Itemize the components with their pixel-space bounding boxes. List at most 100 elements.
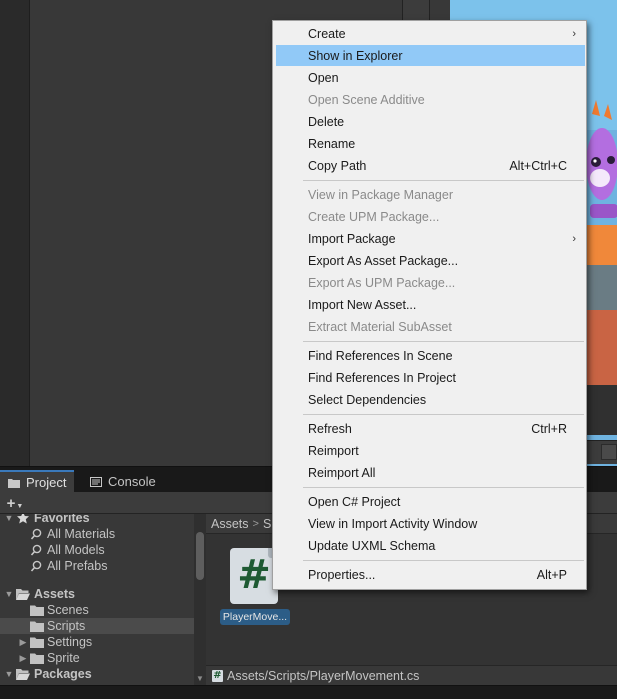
- tree-item-all-prefabs[interactable]: All Prefabs: [0, 558, 194, 574]
- menu-item-copy-path[interactable]: Copy Path Alt+Ctrl+C: [276, 155, 585, 176]
- tree-item-all-models[interactable]: All Models: [0, 542, 194, 558]
- menu-item-create[interactable]: Create ›: [276, 23, 585, 44]
- csharp-script-icon: #: [230, 548, 278, 604]
- menu-item-open-c-project[interactable]: Open C# Project: [276, 491, 585, 512]
- scene-dark-floor: [585, 385, 617, 435]
- menu-item-label: Export As Asset Package...: [308, 253, 459, 268]
- breadcrumb-item-scripts[interactable]: S: [263, 517, 271, 531]
- caret-down-icon: ▼: [16, 502, 24, 510]
- menu-item-create-upm-package: Create UPM Package...: [276, 206, 585, 227]
- tree-item-label: Assets: [34, 587, 75, 601]
- menu-item-label: Reimport All: [308, 465, 376, 480]
- menu-item-open[interactable]: Open: [276, 67, 585, 88]
- scene-tool-button[interactable]: [601, 444, 617, 460]
- breadcrumb-item-assets[interactable]: Assets: [211, 517, 249, 531]
- tree-item-label: Favorites: [34, 514, 90, 525]
- menu-item-label: Open C# Project: [308, 494, 401, 509]
- menu-item-label: View in Import Activity Window: [308, 516, 478, 531]
- menu-item-open-scene-additive: Open Scene Additive: [276, 89, 585, 110]
- menu-item-label: Find References In Project: [308, 370, 456, 385]
- hierarchy-panel: [0, 0, 30, 466]
- menu-separator: [303, 180, 584, 181]
- menu-item-view-in-import-activity-window[interactable]: View in Import Activity Window: [276, 513, 585, 534]
- tree-item-assets[interactable]: ▼ Assets: [0, 586, 194, 602]
- menu-item-label: Create: [308, 26, 346, 41]
- tree-item-label: Packages: [34, 667, 92, 681]
- menu-item-reimport[interactable]: Reimport: [276, 440, 585, 461]
- add-asset-button[interactable]: + ▼: [4, 494, 26, 512]
- menu-item-import-new-asset[interactable]: Import New Asset...: [276, 294, 585, 315]
- tab-project[interactable]: Project: [0, 470, 75, 493]
- menu-item-label: Copy Path: [308, 158, 367, 173]
- tree-item-label: Sprite: [47, 651, 80, 665]
- menu-item-label: Find References In Scene: [308, 348, 453, 363]
- menu-item-export-as-upm-package: Export As UPM Package...: [276, 272, 585, 293]
- tree-scrollbar[interactable]: ▼: [194, 514, 206, 685]
- console-icon: [90, 476, 102, 487]
- tree-item-sprite[interactable]: ▶ Sprite: [0, 650, 194, 666]
- scroll-down-arrow-icon[interactable]: ▼: [196, 674, 204, 683]
- tab-label: Console: [108, 474, 156, 489]
- folder-tree[interactable]: ▼ Favorites All Materials All Models All Pre…: [0, 514, 194, 685]
- menu-item-shortcut: Alt+P: [536, 567, 567, 582]
- menu-item-select-dependencies[interactable]: Select Dependencies: [276, 389, 585, 410]
- menu-item-label: Update UXML Schema: [308, 538, 436, 553]
- menu-item-delete[interactable]: Delete: [276, 111, 585, 132]
- tree-scrollbar-thumb[interactable]: [196, 532, 204, 580]
- breadcrumb-separator: >: [252, 517, 259, 530]
- menu-item-find-references-in-scene[interactable]: Find References In Scene: [276, 345, 585, 366]
- tree-item-label: All Models: [47, 543, 105, 557]
- expand-arrow-icon[interactable]: ▼: [4, 589, 14, 599]
- submenu-chevron-icon: ›: [572, 232, 576, 245]
- scene-stone-block: [585, 265, 617, 310]
- tree-item-label: Settings: [47, 635, 93, 649]
- menu-item-show-in-explorer[interactable]: Show in Explorer: [276, 45, 585, 66]
- menu-item-label: Reimport: [308, 443, 359, 458]
- folder-icon: [30, 636, 44, 648]
- menu-item-label: Select Dependencies: [308, 392, 427, 407]
- status-bar: [0, 685, 617, 699]
- star-icon: [16, 514, 30, 524]
- menu-item-rename[interactable]: Rename: [276, 133, 585, 154]
- folder-icon: [30, 620, 44, 632]
- menu-item-import-package[interactable]: Import Package ›: [276, 228, 585, 249]
- expand-arrow-icon[interactable]: ▼: [4, 514, 14, 523]
- tree-item-all-materials[interactable]: All Materials: [0, 526, 194, 542]
- expand-arrow-icon[interactable]: ▼: [4, 669, 14, 679]
- plus-icon: +: [6, 494, 16, 512]
- menu-item-reimport-all[interactable]: Reimport All: [276, 462, 585, 483]
- tree-item-scenes[interactable]: Scenes: [0, 602, 194, 618]
- collapse-arrow-icon[interactable]: ▶: [18, 653, 28, 664]
- folder-open-icon: [16, 588, 30, 600]
- menu-item-label: Create UPM Package...: [308, 209, 440, 224]
- menu-item-export-as-asset-package[interactable]: Export As Asset Package...: [276, 250, 585, 271]
- menu-item-properties[interactable]: Properties... Alt+P: [276, 564, 585, 585]
- menu-item-refresh[interactable]: Refresh Ctrl+R: [276, 418, 585, 439]
- menu-item-find-references-in-project[interactable]: Find References In Project: [276, 367, 585, 388]
- folder-open-icon: [16, 668, 30, 680]
- tree-item-settings[interactable]: ▶ Settings: [0, 634, 194, 650]
- tree-item-packages[interactable]: ▼ Packages: [0, 666, 194, 682]
- folder-icon: [8, 478, 20, 488]
- scene-brick-wall: [585, 310, 617, 385]
- tree-item-favorites[interactable]: ▼ Favorites: [0, 514, 194, 526]
- tab-label: Project: [26, 475, 67, 490]
- menu-item-extract-material-subasset: Extract Material SubAsset: [276, 316, 585, 337]
- menu-item-label: Export As UPM Package...: [308, 275, 456, 290]
- menu-item-label: Refresh: [308, 421, 352, 436]
- menu-item-label: Delete: [308, 114, 345, 129]
- menu-item-update-uxml-schema[interactable]: Update UXML Schema: [276, 535, 585, 556]
- search-icon: [30, 560, 44, 572]
- collapse-arrow-icon[interactable]: ▶: [18, 637, 28, 648]
- tab-console[interactable]: Console: [82, 470, 164, 493]
- menu-item-shortcut: Ctrl+R: [531, 421, 567, 436]
- menu-item-label: Open Scene Additive: [308, 92, 425, 107]
- menu-item-label: Show in Explorer: [308, 48, 403, 63]
- csharp-script-small-icon: #: [212, 669, 223, 682]
- tree-item-scripts[interactable]: Scripts: [0, 618, 194, 634]
- menu-separator: [303, 487, 584, 488]
- menu-item-label: Rename: [308, 136, 356, 151]
- menu-item-label: Import Package: [308, 231, 396, 246]
- menu-item-label: Properties...: [308, 567, 376, 582]
- tree-item-label: All Materials: [47, 527, 116, 541]
